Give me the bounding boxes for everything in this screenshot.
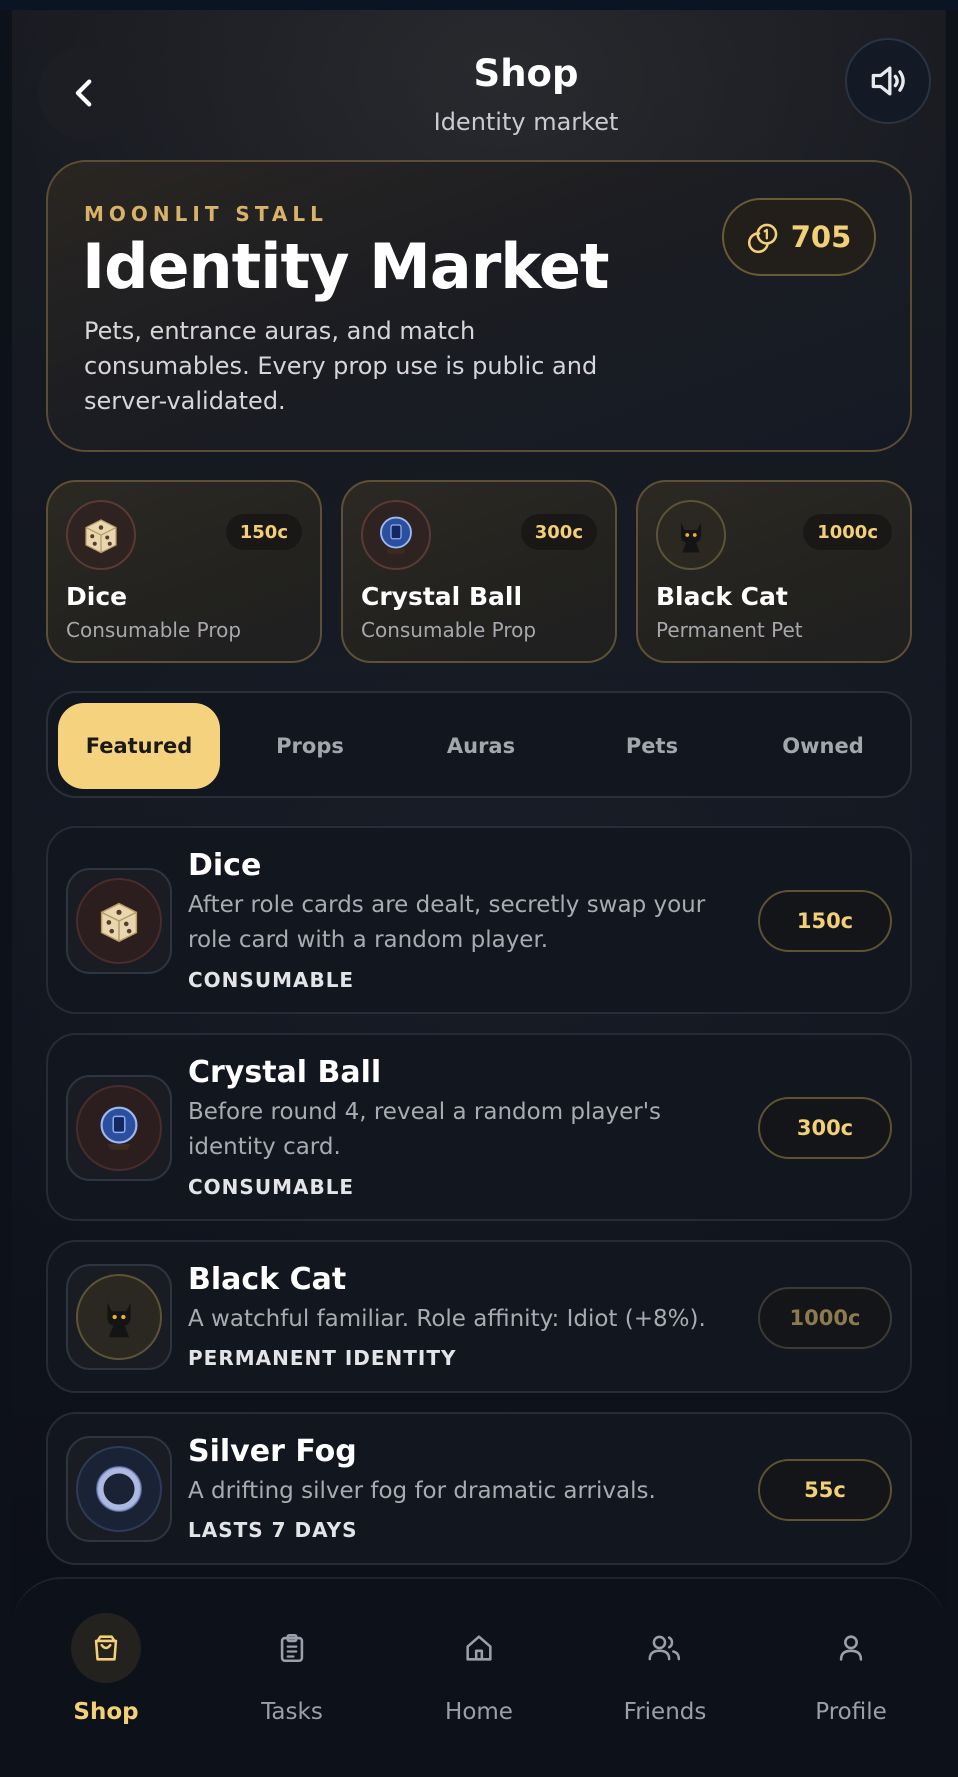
card-type: Consumable Prop [361,618,537,642]
hero-title: Identity Market [82,230,610,303]
featured-card-black-cat[interactable]: 1000c Black Cat Permanent Pet [636,480,912,663]
shop-item-dice[interactable]: Dice After role cards are dealt, secretl… [46,826,912,1014]
item-name: Dice [188,848,262,883]
shop-item-black-cat[interactable]: Black Cat A watchful familiar. Role affi… [46,1240,912,1393]
home-icon [444,1613,514,1683]
bottom-navigation: Shop Tasks Home Friends Profile [12,1577,946,1777]
black-cat-icon [656,500,726,570]
item-tag: PERMANENT IDENTITY [188,1346,457,1370]
item-description: A drifting silver fog for dramatic arriv… [188,1478,656,1504]
dice-icon [76,878,162,964]
silver-fog-icon [76,1446,162,1532]
page-title: Shop [473,52,579,95]
tab-pets[interactable]: Pets [571,703,733,789]
item-icon-frame [66,1264,172,1370]
category-tabs: Featured Props Auras Pets Owned [46,691,912,798]
nav-label: Shop [73,1699,139,1725]
nav-label: Profile [815,1699,887,1725]
item-icon-frame [66,1436,172,1542]
nav-home[interactable]: Home [404,1613,554,1743]
card-type: Permanent Pet [656,618,803,642]
tab-featured[interactable]: Featured [58,703,220,789]
item-icon-frame [66,868,172,974]
card-name: Dice [66,582,128,611]
shop-item-silver-fog[interactable]: Silver Fog A drifting silver fog for dra… [46,1412,912,1565]
item-description: Before round 4, reveal a random player's… [188,1099,662,1160]
friends-icon [630,1613,700,1683]
nav-shop[interactable]: Shop [31,1613,181,1743]
nav-label: Tasks [261,1699,323,1725]
item-icon-frame [66,1075,172,1181]
nav-profile[interactable]: Profile [776,1613,926,1743]
price-badge: 150c [225,514,302,550]
crystal-ball-icon [361,500,431,570]
price-badge: 1000c [803,514,892,550]
item-name: Black Cat [188,1262,347,1297]
nav-label: Home [445,1699,513,1725]
buy-button[interactable]: 150c [758,890,892,952]
tab-props[interactable]: Props [229,703,391,789]
hero-kicker: MOONLIT STALL [84,202,328,226]
item-name: Silver Fog [188,1434,357,1469]
coin-amount: 705 [790,220,852,254]
tab-owned[interactable]: Owned [742,703,904,789]
left-edge [0,10,12,1777]
right-edge [946,10,958,1777]
featured-card-dice[interactable]: 150c Dice Consumable Prop [46,480,322,663]
coin-balance[interactable]: 705 [722,198,876,276]
clipboard-icon [257,1613,327,1683]
speaker-icon [871,66,905,96]
price-badge: 300c [520,514,597,550]
tab-auras[interactable]: Auras [400,703,562,789]
sound-toggle-button[interactable] [845,38,931,124]
status-strip [0,0,958,10]
card-type: Consumable Prop [66,618,242,642]
item-tag: CONSUMABLE [188,968,355,992]
dice-icon [66,500,136,570]
buy-button[interactable]: 55c [758,1459,892,1521]
shopping-bag-icon [71,1613,141,1683]
hero-banner: MOONLIT STALL Identity Market Pets, entr… [46,160,912,452]
nav-tasks[interactable]: Tasks [217,1613,367,1743]
nav-friends[interactable]: Friends [590,1613,740,1743]
item-tag: LASTS 7 DAYS [188,1518,358,1542]
buy-button[interactable]: 300c [758,1097,892,1159]
item-name: Crystal Ball [188,1055,382,1090]
item-description: A watchful familiar. Role affinity: Idio… [188,1306,706,1332]
nav-label: Friends [623,1699,707,1725]
shop-item-crystal-ball[interactable]: Crystal Ball Before round 4, reveal a ra… [46,1033,912,1221]
item-description: After role cards are dealt, secretly swa… [188,892,706,953]
card-name: Black Cat [656,582,788,611]
coins-icon [747,223,778,254]
card-name: Crystal Ball [361,582,523,611]
black-cat-icon [76,1274,162,1360]
crystal-ball-icon [76,1085,162,1171]
item-tag: CONSUMABLE [188,1175,355,1199]
featured-card-crystal-ball[interactable]: 300c Crystal Ball Consumable Prop [341,480,617,663]
profile-icon [816,1613,886,1683]
page-subtitle: Identity market [433,108,619,136]
hero-description: Pets, entrance auras, and match consumab… [84,317,598,415]
buy-button[interactable]: 1000c [758,1287,892,1349]
